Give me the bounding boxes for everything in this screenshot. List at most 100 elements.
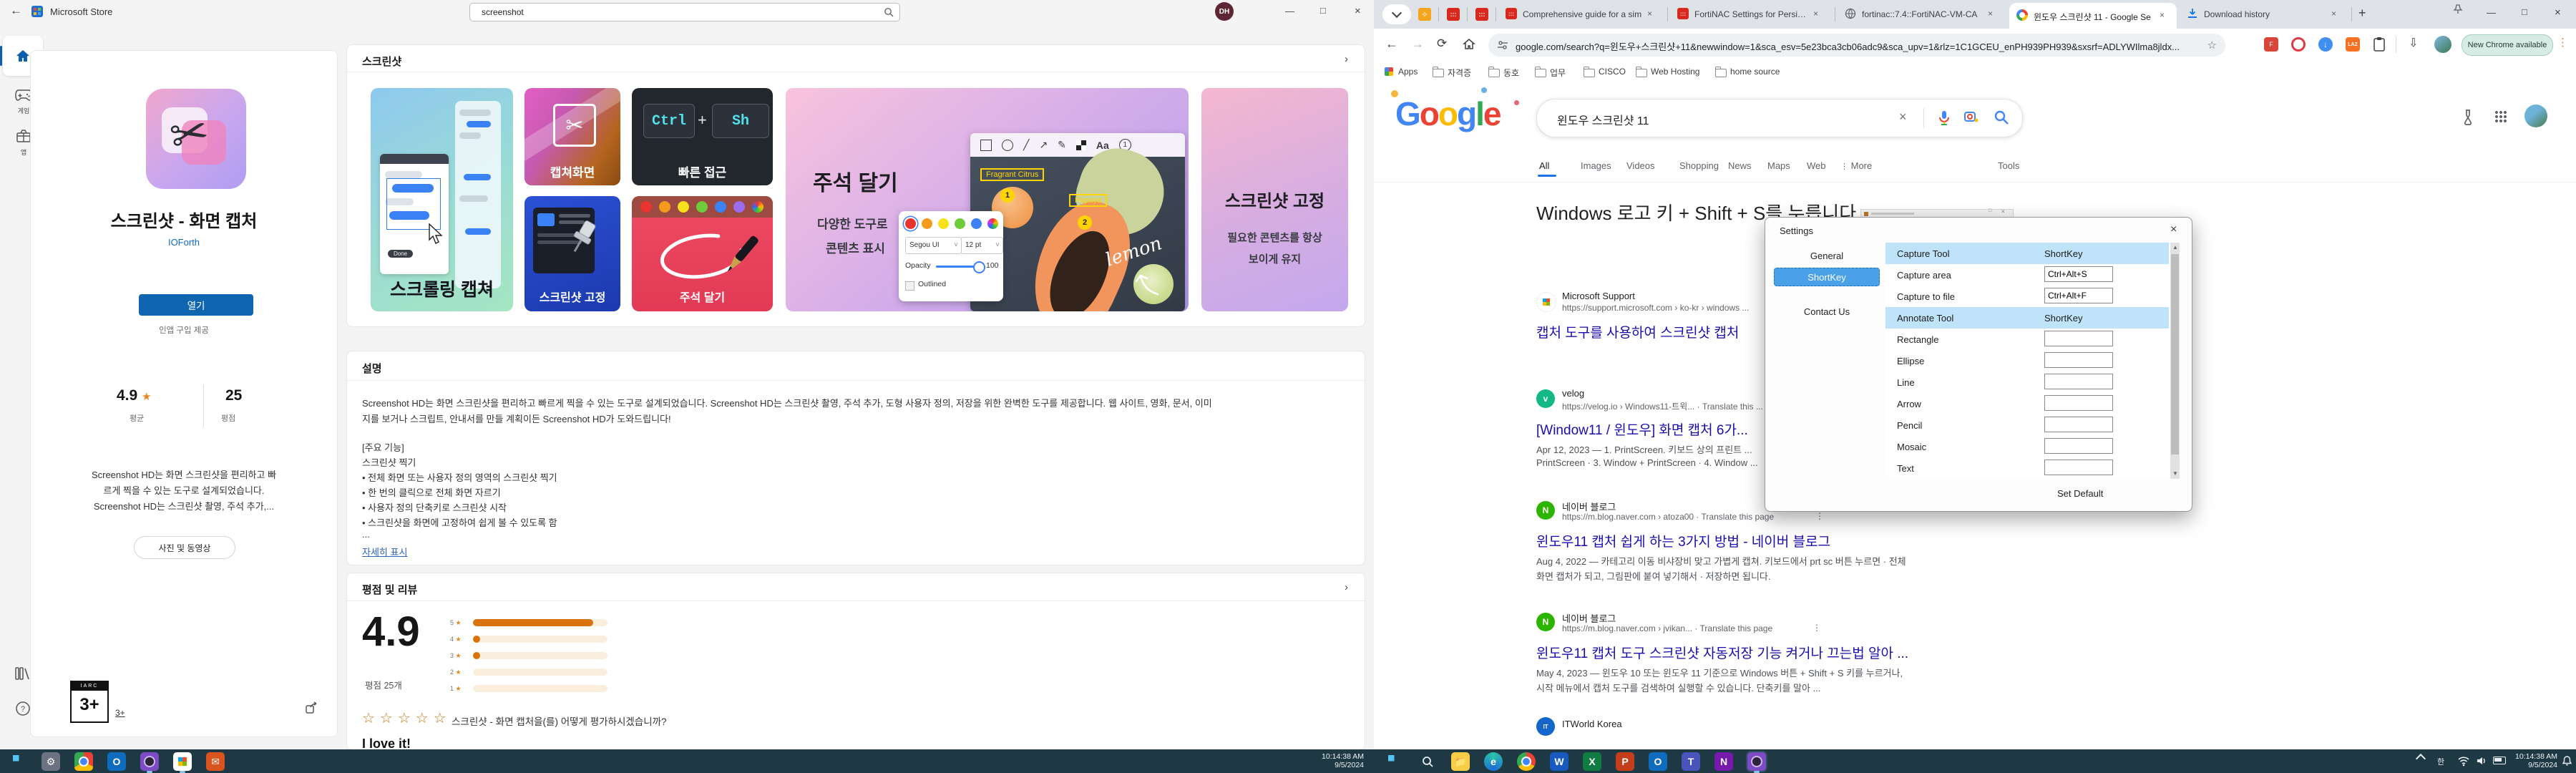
tab-4-active[interactable]: 윈도우 스크린샷 11 - Google Se × xyxy=(2009,3,2177,29)
tab-search-button[interactable] xyxy=(1382,4,1411,24)
filter-tab-videos[interactable]: Videos xyxy=(1626,160,1655,171)
taskbar-edge-icon[interactable]: e xyxy=(1484,752,1503,771)
filter-tab-maps[interactable]: Maps xyxy=(1767,160,1790,171)
app-developer-link[interactable]: IOForth xyxy=(31,237,337,248)
tray-clock[interactable]: 10:14:38 AM 9/5/2024 xyxy=(2513,752,2557,769)
color-rainbow[interactable] xyxy=(987,218,998,229)
chrome-close-button[interactable]: × xyxy=(2555,6,2561,19)
maximize-button[interactable]: □ xyxy=(1320,5,1326,16)
color-green[interactable] xyxy=(955,218,965,229)
store-search-box[interactable]: screenshot xyxy=(469,3,900,21)
scroll-down-icon[interactable]: ▼ xyxy=(2172,470,2178,477)
bg-window-close[interactable]: × xyxy=(2001,208,2005,215)
color-yellow[interactable] xyxy=(938,218,949,229)
ext-fortinet-icon[interactable]: F xyxy=(2264,37,2278,52)
filter-tab-all[interactable]: All xyxy=(1539,160,1549,171)
taskbar-screenshot-app-icon[interactable] xyxy=(140,752,159,771)
bookmark-star-icon[interactable]: ☆ xyxy=(2207,39,2217,52)
account-avatar[interactable]: DH xyxy=(1215,2,1234,21)
taskbar-powerpoint-icon[interactable]: P xyxy=(1616,752,1634,771)
capture-area-shortcut-input[interactable] xyxy=(2044,266,2113,282)
line-shortcut-input[interactable] xyxy=(2044,374,2113,389)
back-icon[interactable]: ← xyxy=(10,4,22,18)
gallery-card-scrolling[interactable]: Done 스크롤링 캡쳐 xyxy=(371,88,513,311)
settings-nav-shortkey[interactable]: ShortKey xyxy=(1774,268,1880,286)
google-logo[interactable]: Google xyxy=(1395,94,1500,133)
result-title[interactable]: 윈도우11 캡처 쉽게 하는 3가지 방법 - 네이버 블로그 xyxy=(1536,531,1830,550)
reload-icon[interactable]: ⟳ xyxy=(1437,37,1447,51)
result-title[interactable]: 캡처 도구를 사용하여 스크린샷 캡처 xyxy=(1536,322,1739,341)
search-submit-icon[interactable] xyxy=(1994,110,2009,125)
settings-nav-general[interactable]: General xyxy=(1774,246,1880,265)
labs-icon[interactable] xyxy=(2460,109,2476,126)
wifi-icon[interactable] xyxy=(2457,755,2470,767)
taskbar-explorer-icon[interactable]: 📁 xyxy=(1451,752,1470,771)
taskbar-search-icon[interactable] xyxy=(1418,752,1437,771)
taskbar-onenote-icon[interactable]: N xyxy=(1714,752,1733,771)
pinned-tab-fortinet-icon[interactable]: ::: xyxy=(1447,8,1460,21)
taskbar-store-icon[interactable] xyxy=(173,752,192,771)
color-orange[interactable] xyxy=(922,218,932,229)
arrow-shortcut-input[interactable] xyxy=(2044,395,2113,411)
google-apps-grid-icon[interactable] xyxy=(2494,110,2507,123)
lens-icon[interactable] xyxy=(1963,110,1979,125)
search-icon[interactable] xyxy=(884,7,894,17)
taskbar-office-icon[interactable]: ✉ xyxy=(206,752,225,771)
forward-icon[interactable]: → xyxy=(1411,37,1424,52)
open-button[interactable]: 열기 xyxy=(139,294,253,316)
bookmark-item[interactable]: 자격증 xyxy=(1448,67,1471,79)
scroll-up-icon[interactable]: ▲ xyxy=(2172,244,2178,251)
opacity-knob[interactable] xyxy=(973,261,985,273)
pinned-tab-fortinet2-icon[interactable]: ::: xyxy=(1475,8,1488,21)
tab-close-icon[interactable]: × xyxy=(2331,9,2336,19)
scroll-thumb[interactable] xyxy=(2171,254,2179,454)
help-icon[interactable]: ? xyxy=(14,700,31,717)
font-dropdown[interactable]: Segou UI˅ xyxy=(905,237,962,254)
tab-close-icon[interactable]: × xyxy=(1813,9,1818,19)
filter-tab-more[interactable]: ⋮ More xyxy=(1840,160,1872,171)
site-settings-icon[interactable] xyxy=(1497,39,1508,51)
close-button[interactable]: × xyxy=(1355,5,1361,17)
show-more-link[interactable]: 자세히 표시 xyxy=(362,545,407,558)
gallery-card-annotate-big[interactable]: 주석 달기 다양한 도구로 콘텐츠 표시 ╱ ↗ ✎ Aa 1 xyxy=(786,88,1189,311)
tab-1[interactable]: ::: Comprehensive guide for a sim × xyxy=(1503,6,1663,24)
chrome-minimize-button[interactable]: — xyxy=(2487,7,2496,18)
tray-chevron-icon[interactable] xyxy=(2416,754,2426,764)
share-icon[interactable] xyxy=(304,701,318,715)
back-icon[interactable]: ← xyxy=(1385,37,1398,52)
tab-close-icon[interactable]: × xyxy=(1988,9,1993,19)
new-chrome-pill[interactable]: New Chrome available xyxy=(2462,34,2553,56)
mosaic-shortcut-input[interactable] xyxy=(2044,438,2113,454)
taskbar-chrome-icon[interactable] xyxy=(74,752,93,771)
filter-tab-images[interactable]: Images xyxy=(1581,160,1611,171)
pencil-shortcut-input[interactable] xyxy=(2044,417,2113,432)
tab-5[interactable]: Download history × xyxy=(2182,6,2347,24)
outlined-checkbox[interactable] xyxy=(905,281,914,291)
tab-2[interactable]: ::: FortiNAC Settings for Persistent × xyxy=(1674,6,1829,24)
minimize-button[interactable]: — xyxy=(1285,6,1294,16)
color-red[interactable] xyxy=(905,218,916,229)
pinned-tab-solarwinds-icon[interactable]: ✧ xyxy=(1418,8,1431,21)
rectangle-shortcut-input[interactable] xyxy=(2044,331,2113,346)
taskbar-outlook-icon[interactable]: O xyxy=(1649,752,1667,771)
taskbar-screenshot-app-icon[interactable] xyxy=(1747,752,1766,771)
settings-scrollbar[interactable]: ▲ ▼ xyxy=(2170,243,2180,479)
notification-bell-icon[interactable] xyxy=(2562,755,2572,767)
tab-close-icon[interactable]: × xyxy=(1647,9,1652,19)
profile-avatar[interactable] xyxy=(2434,36,2451,53)
gallery-card-annotate[interactable]: 주석 달기 xyxy=(632,196,773,311)
tab-3[interactable]: fortinac::7.4::FortiNAC-VM-CA × xyxy=(1842,6,2004,24)
result-site[interactable]: Microsoft Support xyxy=(1562,291,1635,301)
battery-icon[interactable] xyxy=(2493,757,2506,764)
bookmark-item[interactable]: home source xyxy=(1730,67,1780,77)
clear-icon[interactable]: × xyxy=(1899,110,1907,125)
library-icon[interactable] xyxy=(14,666,31,681)
gallery-card-quick[interactable]: Ctrl + Sh 빠른 접근 xyxy=(632,88,773,185)
filter-tab-web[interactable]: Web xyxy=(1807,160,1826,171)
size-dropdown[interactable]: 12 pt˅ xyxy=(961,237,1003,254)
taskbar-chrome-icon[interactable] xyxy=(1517,752,1536,771)
result-title[interactable]: 윈도우11 캡처 도구 스크린샷 자동저장 기능 켜거나 끄는법 알아 ... xyxy=(1536,643,1908,662)
result-site[interactable]: velog xyxy=(1562,388,1584,399)
screenshots-section-chevron-icon[interactable]: › xyxy=(1345,53,1348,65)
tab-close-icon[interactable]: × xyxy=(2160,10,2165,20)
